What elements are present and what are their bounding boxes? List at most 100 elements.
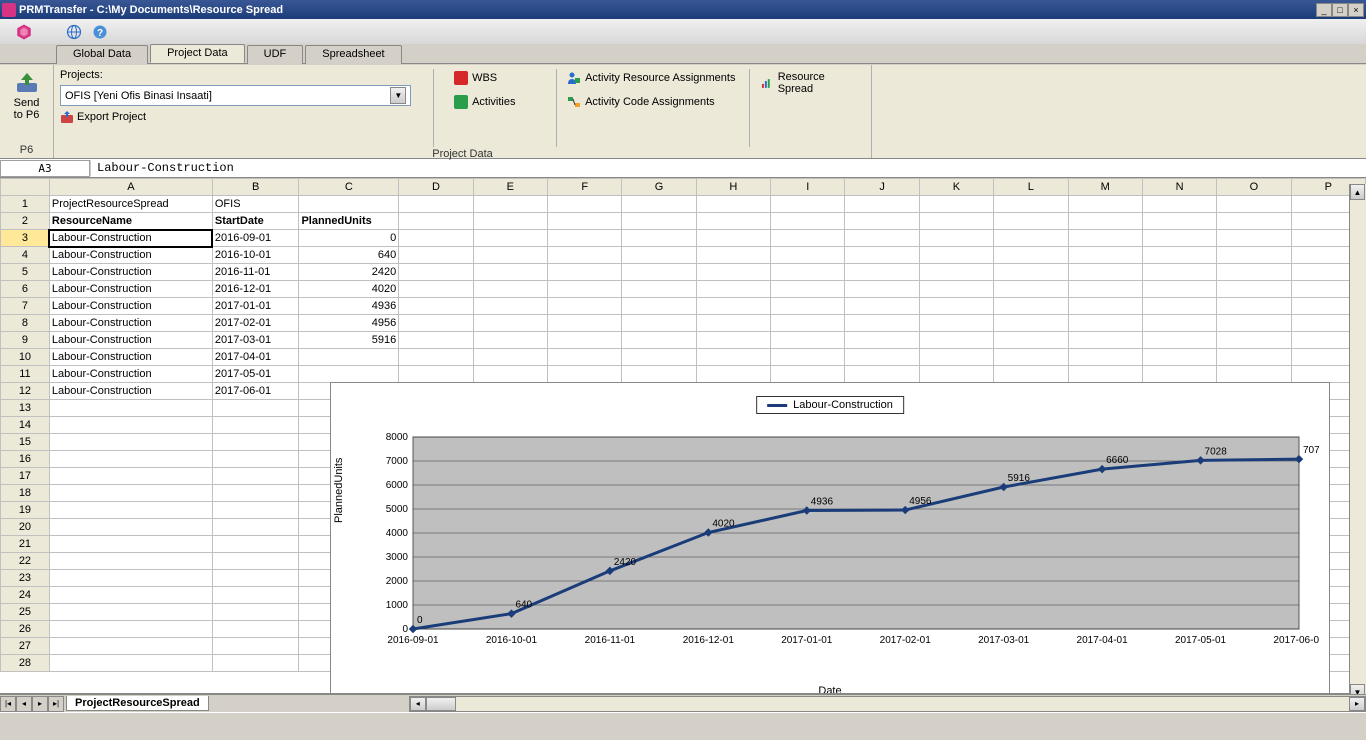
- cell-I3[interactable]: [771, 230, 845, 247]
- cell-L10[interactable]: [994, 349, 1068, 366]
- cell-N6[interactable]: [1142, 281, 1216, 298]
- scroll-up-button[interactable]: ▲: [1350, 184, 1365, 200]
- cell-D1[interactable]: [399, 196, 473, 213]
- cell-G4[interactable]: [622, 247, 696, 264]
- cell-D8[interactable]: [399, 315, 473, 332]
- cell-B3[interactable]: 2016-09-01: [212, 230, 299, 247]
- cell-E11[interactable]: [473, 366, 547, 383]
- scroll-right-button[interactable]: ▸: [1349, 697, 1365, 711]
- cell-K9[interactable]: [919, 332, 993, 349]
- cell-F5[interactable]: [548, 264, 622, 281]
- cell-N5[interactable]: [1142, 264, 1216, 281]
- cell-E1[interactable]: [473, 196, 547, 213]
- activity-resource-assignments-button[interactable]: Activity Resource Assignments: [563, 69, 743, 87]
- cell-J7[interactable]: [845, 298, 919, 315]
- cell-O1[interactable]: [1217, 196, 1291, 213]
- cell-E8[interactable]: [473, 315, 547, 332]
- row-header-14[interactable]: 14: [1, 417, 50, 434]
- cell-J2[interactable]: [845, 213, 919, 230]
- cell-B12[interactable]: 2017-06-01: [212, 383, 299, 400]
- sheet-nav-last[interactable]: ▸|: [48, 696, 64, 712]
- cell-B25[interactable]: [212, 604, 299, 621]
- row-header-2[interactable]: 2: [1, 213, 50, 230]
- cell-M6[interactable]: [1068, 281, 1142, 298]
- cell-O2[interactable]: [1217, 213, 1291, 230]
- cell-B23[interactable]: [212, 570, 299, 587]
- cell-D2[interactable]: [399, 213, 473, 230]
- cell-C11[interactable]: [299, 366, 399, 383]
- cell-L5[interactable]: [994, 264, 1068, 281]
- cell-D4[interactable]: [399, 247, 473, 264]
- cell-G3[interactable]: [622, 230, 696, 247]
- cell-A21[interactable]: [49, 536, 212, 553]
- cell-H5[interactable]: [696, 264, 770, 281]
- cell-D9[interactable]: [399, 332, 473, 349]
- row-header-12[interactable]: 12: [1, 383, 50, 400]
- cell-H3[interactable]: [696, 230, 770, 247]
- cell-B14[interactable]: [212, 417, 299, 434]
- cell-M10[interactable]: [1068, 349, 1142, 366]
- cell-A13[interactable]: [49, 400, 212, 417]
- cell-A26[interactable]: [49, 621, 212, 638]
- cell-A8[interactable]: Labour-Construction: [49, 315, 212, 332]
- cell-J1[interactable]: [845, 196, 919, 213]
- cell-F8[interactable]: [548, 315, 622, 332]
- cell-N10[interactable]: [1142, 349, 1216, 366]
- sheet-nav-prev[interactable]: ◂: [16, 696, 32, 712]
- cell-I2[interactable]: [771, 213, 845, 230]
- cell-A1[interactable]: ProjectResourceSpread: [49, 196, 212, 213]
- select-all-cell[interactable]: [1, 179, 50, 196]
- cell-G9[interactable]: [622, 332, 696, 349]
- col-header-K[interactable]: K: [919, 179, 993, 196]
- cell-C5[interactable]: 2420: [299, 264, 399, 281]
- cell-K6[interactable]: [919, 281, 993, 298]
- cell-K4[interactable]: [919, 247, 993, 264]
- cell-G2[interactable]: [622, 213, 696, 230]
- cell-H11[interactable]: [696, 366, 770, 383]
- row-header-7[interactable]: 7: [1, 298, 50, 315]
- cell-J9[interactable]: [845, 332, 919, 349]
- cell-I5[interactable]: [771, 264, 845, 281]
- cell-E6[interactable]: [473, 281, 547, 298]
- cell-A2[interactable]: ResourceName: [49, 213, 212, 230]
- row-header-23[interactable]: 23: [1, 570, 50, 587]
- horizontal-scrollbar[interactable]: ◂ ▸: [409, 696, 1366, 712]
- cell-A16[interactable]: [49, 451, 212, 468]
- cell-O10[interactable]: [1217, 349, 1291, 366]
- cell-I6[interactable]: [771, 281, 845, 298]
- row-header-15[interactable]: 15: [1, 434, 50, 451]
- cell-H9[interactable]: [696, 332, 770, 349]
- cell-F6[interactable]: [548, 281, 622, 298]
- cell-N11[interactable]: [1142, 366, 1216, 383]
- cell-K10[interactable]: [919, 349, 993, 366]
- send-to-p6-button[interactable]: Sendto P6: [6, 69, 48, 123]
- cell-B5[interactable]: 2016-11-01: [212, 264, 299, 281]
- row-header-4[interactable]: 4: [1, 247, 50, 264]
- cell-O6[interactable]: [1217, 281, 1291, 298]
- cell-C3[interactable]: 0: [299, 230, 399, 247]
- cell-L8[interactable]: [994, 315, 1068, 332]
- cell-B9[interactable]: 2017-03-01: [212, 332, 299, 349]
- row-header-13[interactable]: 13: [1, 400, 50, 417]
- cell-K11[interactable]: [919, 366, 993, 383]
- cell-M11[interactable]: [1068, 366, 1142, 383]
- cell-N8[interactable]: [1142, 315, 1216, 332]
- cell-L1[interactable]: [994, 196, 1068, 213]
- cell-I4[interactable]: [771, 247, 845, 264]
- cell-G1[interactable]: [622, 196, 696, 213]
- cell-G8[interactable]: [622, 315, 696, 332]
- cell-L3[interactable]: [994, 230, 1068, 247]
- name-box[interactable]: A3: [0, 160, 90, 177]
- cell-D6[interactable]: [399, 281, 473, 298]
- cell-I11[interactable]: [771, 366, 845, 383]
- row-header-22[interactable]: 22: [1, 553, 50, 570]
- col-header-B[interactable]: B: [212, 179, 299, 196]
- cell-L11[interactable]: [994, 366, 1068, 383]
- row-header-18[interactable]: 18: [1, 485, 50, 502]
- close-button[interactable]: ×: [1348, 3, 1364, 17]
- cell-I1[interactable]: [771, 196, 845, 213]
- cell-H2[interactable]: [696, 213, 770, 230]
- cell-N2[interactable]: [1142, 213, 1216, 230]
- cell-B11[interactable]: 2017-05-01: [212, 366, 299, 383]
- cell-J11[interactable]: [845, 366, 919, 383]
